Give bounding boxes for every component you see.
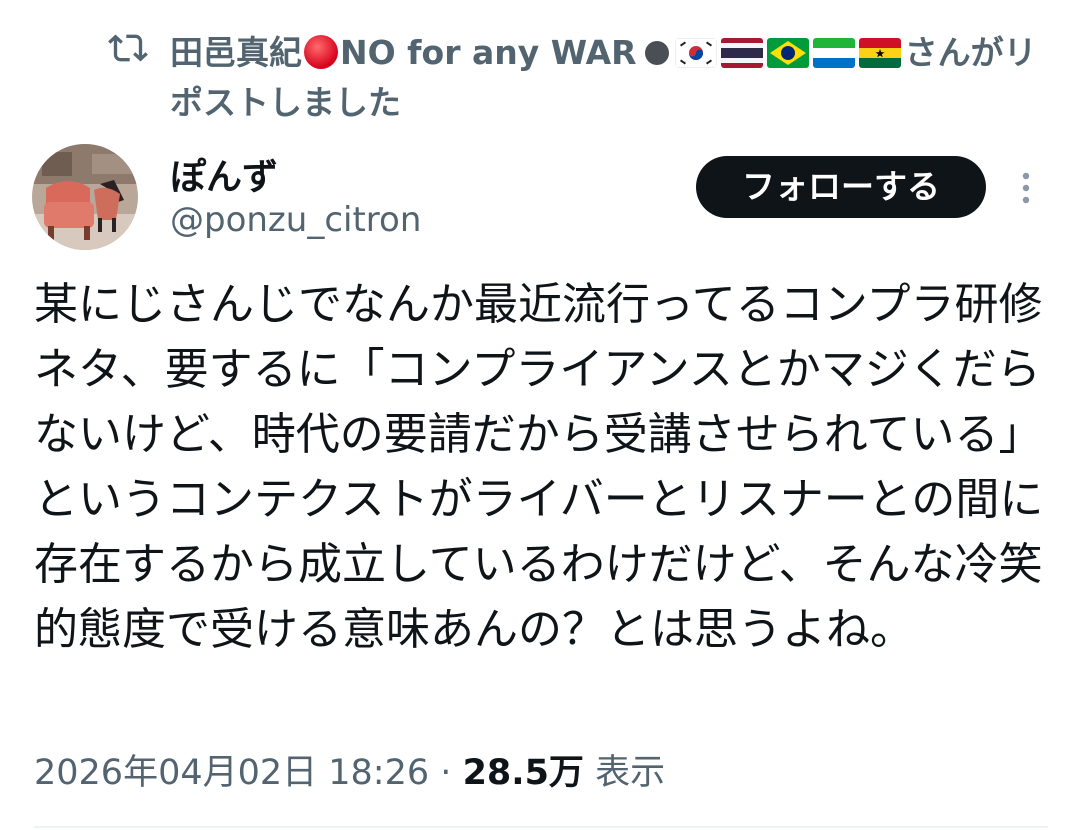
tweet-meta: 2026年04月02日 18:26 · 28.5万 表示 bbox=[34, 744, 665, 795]
views-label: 表示 bbox=[595, 753, 666, 793]
meta-separator: · bbox=[440, 753, 452, 793]
reposter-name: 田邑真紀 bbox=[170, 33, 302, 72]
author-display-name[interactable]: ぽんず bbox=[170, 148, 278, 200]
author-handle[interactable]: @ponzu_citron bbox=[170, 200, 421, 240]
flag-br-icon bbox=[766, 38, 809, 68]
tweet-text: 某にじさんじでなんか最近流行ってるコンプラ研修ネタ、要するに「コンプライアンスと… bbox=[34, 279, 1044, 655]
reposter-tag: NO for any WAR bbox=[340, 33, 637, 72]
flag-sl-icon bbox=[812, 38, 855, 68]
flag-th-icon bbox=[720, 38, 763, 68]
timestamp[interactable]: 2026年04月02日 18:26 bbox=[34, 753, 429, 793]
divider bbox=[34, 826, 1048, 828]
more-vertical-icon[interactable] bbox=[1016, 168, 1036, 208]
red-circle-icon bbox=[304, 35, 338, 69]
avatar-image bbox=[32, 144, 138, 250]
follow-button[interactable]: フォローする bbox=[696, 156, 986, 218]
flag-kr-icon bbox=[674, 38, 717, 68]
black-circle-icon bbox=[644, 41, 669, 65]
repost-icon bbox=[108, 34, 148, 62]
views-count[interactable]: 28.5万 bbox=[463, 753, 584, 793]
avatar[interactable] bbox=[32, 144, 138, 250]
flag-gh-icon bbox=[858, 38, 901, 68]
repost-context[interactable]: 田邑真紀 NO for any WAR さんがリポストしました bbox=[108, 28, 1068, 128]
repost-label[interactable]: 田邑真紀 NO for any WAR さんがリポストしました bbox=[170, 28, 1050, 128]
